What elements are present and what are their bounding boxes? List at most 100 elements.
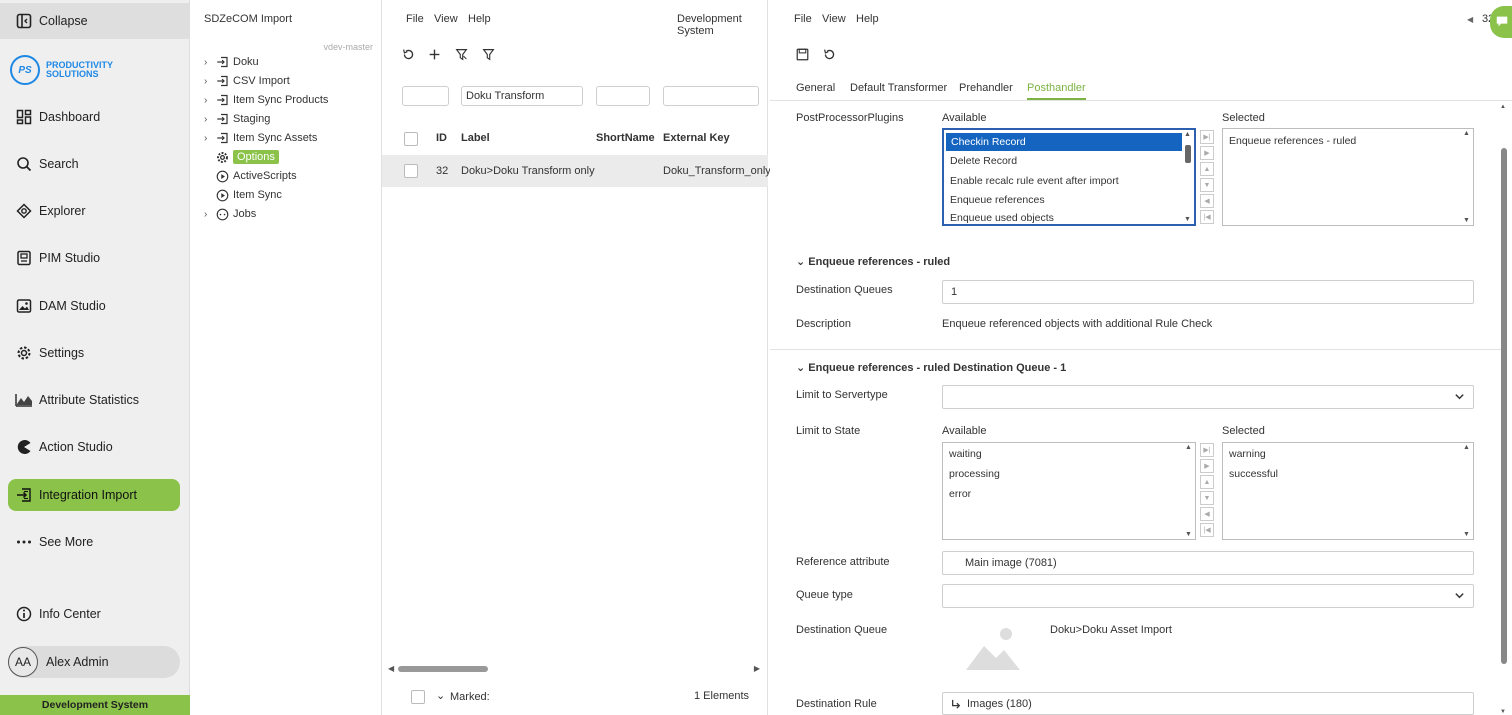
filter-id-input[interactable] (402, 86, 449, 106)
menu-help[interactable]: Help (856, 13, 879, 25)
filter-icon[interactable] (480, 46, 496, 62)
nav-integration-import[interactable]: Integration Import (8, 479, 180, 511)
chevron-right-icon[interactable]: › (204, 95, 214, 106)
nav-dashboard[interactable]: Dashboard (8, 101, 180, 133)
reference-attribute-input[interactable]: Main image (7081) (942, 551, 1474, 575)
scroll-up-icon[interactable]: ▲ (1184, 131, 1191, 138)
scrollbar-thumb[interactable] (398, 666, 488, 672)
chevron-right-icon[interactable]: › (204, 76, 214, 87)
column-header-id[interactable]: ID (436, 132, 447, 144)
scroll-down-icon[interactable]: ▼ (1463, 531, 1470, 538)
select-all-checkbox[interactable] (404, 132, 418, 146)
tree-item-activescripts[interactable]: ActiveScripts (204, 167, 297, 185)
menu-help[interactable]: Help (468, 13, 491, 25)
scrollbar-thumb[interactable] (1185, 145, 1191, 163)
tree-item-staging[interactable]: › Staging (204, 110, 270, 128)
scroll-down-icon[interactable]: ▼ (1184, 216, 1191, 223)
move-left-icon[interactable]: ◀ (1200, 194, 1214, 208)
destination-queue-value[interactable]: Doku>Doku Asset Import (1050, 624, 1172, 636)
scroll-up-icon[interactable]: ▲ (1500, 104, 1506, 110)
refresh-icon[interactable] (400, 46, 416, 62)
list-item[interactable]: waiting (949, 445, 982, 463)
list-item[interactable]: processing (949, 465, 1000, 483)
triangle-left-icon[interactable]: ◀ (1467, 15, 1473, 24)
row-checkbox[interactable] (404, 164, 418, 178)
postprocessor-available-list[interactable]: Checkin Record Delete Record Enable reca… (942, 128, 1196, 226)
move-left-icon[interactable]: ◀ (1200, 507, 1214, 521)
horizontal-scrollbar[interactable]: ◀ ▶ (388, 664, 760, 674)
move-up-icon[interactable]: ▲ (1200, 162, 1214, 176)
chevron-down-icon[interactable]: ⌄ (796, 362, 805, 374)
postprocessor-selected-list[interactable]: Enqueue references - ruled ▲ ▼ (1222, 128, 1474, 226)
list-item[interactable]: Checkin Record (946, 133, 1182, 151)
nav-explorer[interactable]: Explorer (8, 195, 180, 227)
nav-see-more[interactable]: See More (8, 526, 180, 558)
save-icon[interactable] (794, 46, 810, 62)
section-destination-queue[interactable]: ⌄ Enqueue references - ruled Destination… (796, 361, 1066, 374)
chat-assistant-button[interactable] (1490, 6, 1512, 38)
chevron-right-icon[interactable]: › (204, 114, 214, 125)
nav-dam-studio[interactable]: DAM Studio (8, 290, 180, 322)
user-profile-button[interactable]: AA Alex Admin (8, 646, 180, 678)
list-item[interactable]: Delete Record (950, 152, 1017, 170)
nav-search[interactable]: Search (8, 148, 180, 180)
add-icon[interactable] (426, 46, 442, 62)
tree-item-doku[interactable]: › Doku (204, 53, 259, 71)
vertical-scrollbar[interactable]: ▲ ▼ (1183, 131, 1193, 223)
queue-type-select[interactable] (942, 584, 1474, 608)
chevron-down-icon[interactable]: ⌄ (796, 256, 805, 268)
scroll-up-icon[interactable]: ▲ (1463, 130, 1470, 137)
tab-default-transformer[interactable]: Default Transformer (850, 82, 947, 94)
vertical-scrollbar[interactable]: ▲ ▼ (1462, 444, 1472, 538)
tab-posthandler[interactable]: Posthandler (1027, 82, 1086, 100)
list-item[interactable]: Enqueue references (950, 191, 1045, 209)
tab-general[interactable]: General (796, 82, 835, 94)
scrollbar-thumb[interactable] (1501, 148, 1507, 664)
list-item[interactable]: Enqueue used objects (950, 211, 1054, 225)
vertical-scrollbar[interactable]: ▲ ▼ (1184, 444, 1194, 538)
undo-icon[interactable] (821, 46, 837, 62)
filter-shortname-input[interactable] (596, 86, 650, 106)
state-available-list[interactable]: waiting processing error ▲ ▼ (942, 442, 1196, 540)
tree-item-jobs[interactable]: › Jobs (204, 205, 256, 223)
move-all-right-icon[interactable]: ▶| (1200, 130, 1214, 144)
footer-checkbox[interactable] (411, 690, 425, 704)
scroll-down-icon[interactable]: ▼ (1185, 531, 1192, 538)
scroll-down-icon[interactable]: ▼ (1463, 217, 1470, 224)
tree-item-item-sync-products[interactable]: › Item Sync Products (204, 91, 328, 109)
tree-item-item-sync-assets[interactable]: › Item Sync Assets (204, 129, 317, 147)
chevron-right-icon[interactable]: › (204, 209, 214, 220)
move-right-icon[interactable]: ▶ (1200, 459, 1214, 473)
scroll-down-icon[interactable]: ▼ (1500, 709, 1506, 715)
move-right-icon[interactable]: ▶ (1200, 146, 1214, 160)
menu-view[interactable]: View (822, 13, 846, 25)
list-item[interactable]: Enqueue references - ruled (1229, 132, 1356, 150)
column-header-external-key[interactable]: External Key (663, 132, 730, 144)
filter-label-input[interactable]: Doku Transform (461, 86, 583, 106)
nav-settings[interactable]: Settings (8, 337, 180, 369)
list-item[interactable]: successful (1229, 465, 1278, 483)
tree-item-item-sync[interactable]: Item Sync (204, 186, 282, 204)
list-item[interactable]: Enable recalc rule event after import (950, 172, 1119, 190)
chevron-down-icon[interactable]: ⌄ (436, 689, 445, 702)
move-down-icon[interactable]: ▼ (1200, 178, 1214, 192)
detail-vertical-scrollbar[interactable]: ▲ ▼ (1500, 104, 1508, 715)
filter-clear-icon[interactable] (453, 46, 469, 62)
tab-prehandler[interactable]: Prehandler (959, 82, 1013, 94)
menu-view[interactable]: View (434, 13, 458, 25)
section-enqueue-references-ruled[interactable]: ⌄ Enqueue references - ruled (796, 255, 950, 268)
move-all-left-icon[interactable]: |◀ (1200, 210, 1214, 224)
move-up-icon[interactable]: ▲ (1200, 475, 1214, 489)
chevron-right-icon[interactable]: › (204, 133, 214, 144)
scroll-up-icon[interactable]: ▲ (1463, 444, 1470, 451)
move-all-left-icon[interactable]: |◀ (1200, 523, 1214, 537)
menu-file[interactable]: File (406, 13, 424, 25)
nav-info-center[interactable]: Info Center (8, 598, 180, 630)
nav-pim-studio[interactable]: PIM Studio (8, 242, 180, 274)
move-all-right-icon[interactable]: ▶| (1200, 443, 1214, 457)
scroll-up-icon[interactable]: ▲ (1185, 444, 1192, 451)
menu-file[interactable]: File (794, 13, 812, 25)
chevron-right-icon[interactable]: › (204, 57, 214, 68)
tree-item-csv-import[interactable]: › CSV Import (204, 72, 290, 90)
tree-item-options[interactable]: Options (204, 148, 279, 166)
